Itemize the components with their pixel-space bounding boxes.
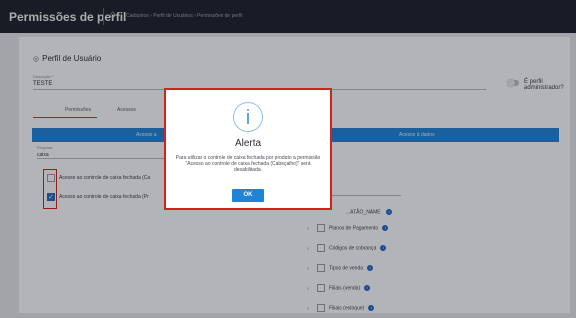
- ok-button[interactable]: OK: [232, 189, 264, 202]
- dialog-title: Alerta: [234, 138, 262, 149]
- alert-dialog: Alerta Para utilizar o controle de caixa…: [166, 90, 330, 208]
- dialog-message: Para utilizar o controle de caixa fechad…: [175, 155, 321, 173]
- info-circle-icon: [233, 102, 263, 132]
